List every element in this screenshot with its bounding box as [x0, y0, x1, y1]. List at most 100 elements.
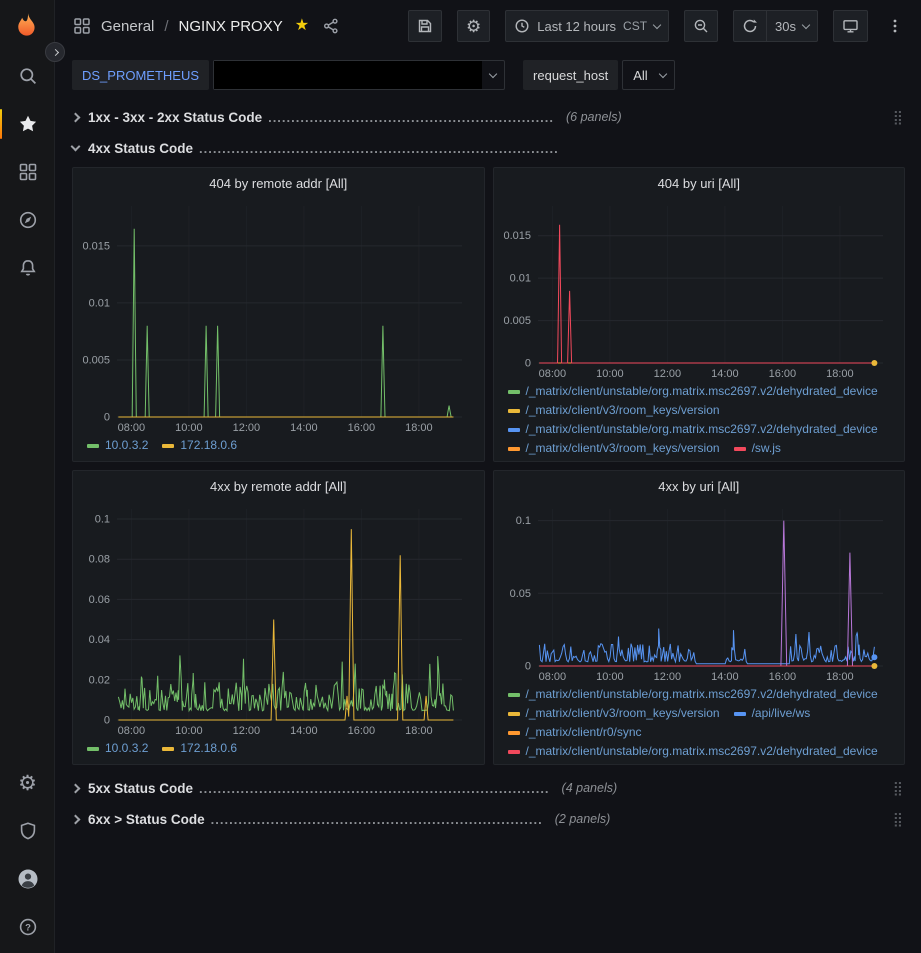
- apps-grid-icon[interactable]: [73, 17, 91, 35]
- zoom-out-button[interactable]: [684, 10, 718, 42]
- chart-4xx-by-remote-addr[interactable]: 08:0010:0012:0014:0016:0018:0000.020.040…: [81, 499, 476, 738]
- svg-text:16:00: 16:00: [768, 671, 796, 683]
- svg-text:08:00: 08:00: [538, 671, 566, 683]
- drag-handle[interactable]: ⣿: [891, 780, 905, 797]
- sidebar-item-help[interactable]: ?: [0, 903, 55, 951]
- kebab-menu-button[interactable]: [883, 10, 907, 42]
- legend-item[interactable]: /sw.js: [734, 439, 781, 455]
- breadcrumb-section[interactable]: General: [101, 18, 154, 35]
- request-host-select[interactable]: All: [622, 60, 674, 90]
- svg-text:16:00: 16:00: [768, 368, 796, 380]
- legend-swatch-icon: [508, 693, 520, 697]
- panel-title[interactable]: 404 by uri [All]: [502, 172, 897, 196]
- legend-item[interactable]: /_matrix/client/v3/room_keys/version: [508, 439, 720, 455]
- sidebar-item-starred[interactable]: [0, 100, 55, 148]
- sidebar-item-profile[interactable]: [0, 855, 55, 903]
- row-dots: ........................................…: [199, 781, 550, 796]
- legend-swatch-icon: [87, 747, 99, 751]
- row-header-4xx[interactable]: 4xx Status Code ........................…: [72, 134, 905, 162]
- legend-item[interactable]: 10.0.3.2: [87, 436, 148, 455]
- monitor-icon: [842, 18, 859, 34]
- legend-label: 10.0.3.2: [105, 436, 148, 455]
- svg-text:14:00: 14:00: [290, 422, 318, 434]
- chevron-right-icon: [71, 112, 81, 122]
- chevron-down-icon: [653, 20, 661, 28]
- legend-swatch-icon: [162, 747, 174, 751]
- datasource-select[interactable]: [213, 60, 505, 90]
- legend-item[interactable]: /_matrix/client/unstable/org.matrix.msc2…: [508, 685, 878, 704]
- svg-text:0.08: 0.08: [89, 554, 110, 566]
- legend-label: /_matrix/client/r0/sync: [526, 723, 642, 742]
- tv-mode-button[interactable]: [833, 10, 868, 42]
- panel-title[interactable]: 4xx by remote addr [All]: [81, 475, 476, 499]
- page-title[interactable]: NGINX PROXY: [179, 18, 283, 35]
- drag-handle[interactable]: ⣿: [891, 811, 905, 828]
- refresh-button[interactable]: [733, 10, 767, 42]
- legend-swatch-icon: [162, 444, 174, 448]
- row-dots: ........................................…: [199, 141, 559, 156]
- request-host-value: All: [623, 68, 651, 83]
- drag-handle[interactable]: ⣿: [891, 109, 905, 126]
- dashboard-body: 1xx - 3xx - 2xx Status Code ............…: [55, 98, 921, 953]
- legend-swatch-icon: [734, 447, 746, 451]
- legend-swatch-icon: [508, 712, 520, 716]
- legend-item[interactable]: 10.0.3.2: [87, 739, 148, 758]
- svg-text:0.04: 0.04: [89, 634, 110, 646]
- legend-label: /_matrix/client/unstable/org.matrix.msc2…: [526, 420, 878, 439]
- row-header-1xx-3xx-2xx[interactable]: 1xx - 3xx - 2xx Status Code ............…: [72, 103, 905, 131]
- row-dots: ........................................…: [268, 110, 554, 125]
- save-dashboard-button[interactable]: [408, 10, 442, 42]
- legend-item[interactable]: 172.18.0.6: [162, 739, 237, 758]
- legend-item[interactable]: 172.18.0.6: [162, 436, 237, 455]
- submenu: DS_PROMETHEUS request_host All: [55, 52, 921, 98]
- svg-text:18:00: 18:00: [826, 368, 854, 380]
- sidebar-item-dashboards[interactable]: [0, 148, 55, 196]
- chart-404-by-uri[interactable]: 08:0010:0012:0014:0016:0018:0000.0050.01…: [502, 196, 897, 381]
- sidebar-item-configuration[interactable]: ⚙: [0, 759, 55, 807]
- row-title: 6xx > Status Code: [88, 812, 205, 827]
- panel-title[interactable]: 404 by remote addr [All]: [81, 172, 476, 196]
- sidebar-item-alerting[interactable]: [0, 244, 55, 292]
- time-picker-button[interactable]: Last 12 hours CST: [505, 10, 669, 42]
- row-header-5xx[interactable]: 5xx Status Code ........................…: [72, 774, 905, 802]
- svg-text:0.015: 0.015: [82, 240, 110, 252]
- share-icon[interactable]: [323, 18, 339, 34]
- sidebar-expand-button[interactable]: [45, 42, 65, 62]
- legend-swatch-icon: [508, 390, 520, 394]
- legend-item[interactable]: /_matrix/client/unstable/org.matrix.msc2…: [508, 420, 878, 439]
- legend-label: /_matrix/client/v3/room_keys/version: [526, 401, 720, 420]
- sidebar-item-server-admin[interactable]: [0, 807, 55, 855]
- chart-4xx-by-uri[interactable]: 08:0010:0012:0014:0016:0018:0000.050.1: [502, 499, 897, 684]
- variable-label: DS_PROMETHEUS: [72, 60, 209, 90]
- navbar-actions: ⚙ Last 12 hours CST: [408, 10, 907, 42]
- panel-legend: /_matrix/client/unstable/org.matrix.msc2…: [502, 684, 897, 758]
- refresh-interval-dropdown[interactable]: 30s: [767, 10, 818, 42]
- svg-text:12:00: 12:00: [233, 422, 261, 434]
- row-title: 5xx Status Code: [88, 781, 193, 796]
- svg-text:16:00: 16:00: [348, 422, 376, 434]
- legend-item[interactable]: /_matrix/client/v3/room_keys/version: [508, 704, 720, 723]
- sidebar-item-search[interactable]: [0, 52, 55, 100]
- row-title: 1xx - 3xx - 2xx Status Code: [88, 110, 262, 125]
- panel-404-by-remote-addr: 404 by remote addr [All] 08:0010:0012:00…: [72, 167, 485, 462]
- legend-item[interactable]: /_matrix/client/unstable/org.matrix.msc2…: [508, 382, 878, 401]
- dashboard-settings-button[interactable]: ⚙: [457, 10, 490, 42]
- gear-icon: ⚙: [18, 773, 37, 794]
- favorite-star-icon[interactable]: ★: [295, 18, 309, 34]
- sidebar-item-explore[interactable]: [0, 196, 55, 244]
- svg-text:0.005: 0.005: [82, 355, 110, 367]
- svg-text:10:00: 10:00: [175, 422, 203, 434]
- grafana-logo[interactable]: [0, 0, 54, 52]
- svg-text:0.005: 0.005: [503, 315, 531, 327]
- svg-text:0.02: 0.02: [89, 674, 110, 686]
- clock-icon: [514, 18, 530, 34]
- legend-item[interactable]: /api/live/ws: [734, 704, 811, 723]
- panel-title[interactable]: 4xx by uri [All]: [502, 475, 897, 499]
- row-header-6xx[interactable]: 6xx > Status Code ......................…: [72, 805, 905, 833]
- legend-item[interactable]: /_matrix/client/v3/room_keys/version: [508, 401, 720, 420]
- chart-404-by-remote-addr[interactable]: 08:0010:0012:0014:0016:0018:0000.0050.01…: [81, 196, 476, 435]
- legend-item[interactable]: /_matrix/client/unstable/org.matrix.msc2…: [508, 742, 878, 758]
- legend-label: /api/live/ws: [752, 704, 811, 723]
- svg-text:08:00: 08:00: [538, 368, 566, 380]
- legend-item[interactable]: /_matrix/client/r0/sync: [508, 723, 642, 742]
